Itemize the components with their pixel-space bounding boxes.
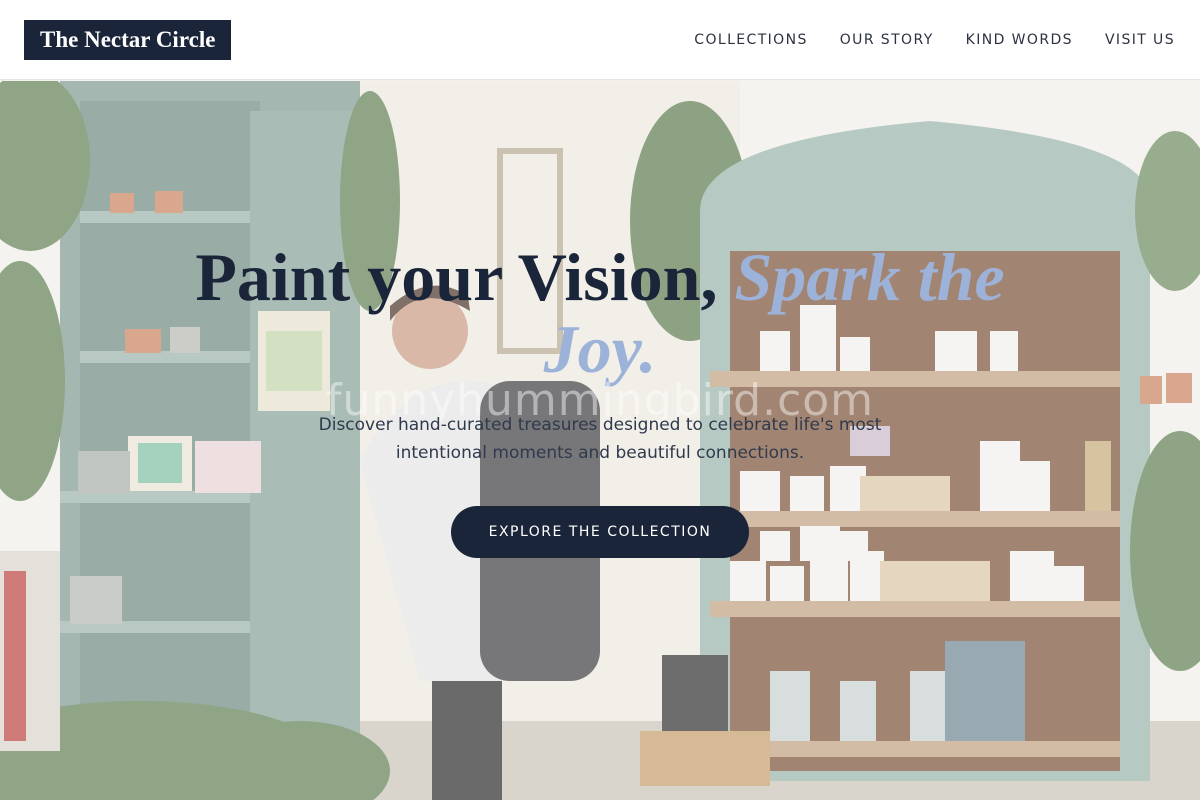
hero-headline: Paint your Vision, Spark the Joy. (180, 241, 1020, 385)
nav-item-collections[interactable]: COLLECTIONS (694, 32, 807, 48)
nav-item-visit-us[interactable]: VISIT US (1105, 32, 1175, 48)
hero-content: Paint your Vision, Spark the Joy. funnyh… (0, 81, 1200, 800)
brand-logo[interactable]: The Nectar Circle (24, 19, 232, 60)
site-header: The Nectar Circle COLLECTIONS OUR STORY … (0, 0, 1200, 80)
nav-item-our-story[interactable]: OUR STORY (840, 32, 934, 48)
brand-name: The Nectar Circle (40, 26, 216, 52)
hero-section: Paint your Vision, Spark the Joy. funnyh… (0, 81, 1200, 800)
nav-item-kind-words[interactable]: KIND WORDS (966, 32, 1073, 48)
explore-collection-button[interactable]: EXPLORE THE COLLECTION (451, 506, 749, 558)
main-nav: COLLECTIONS OUR STORY KIND WORDS VISIT U… (694, 32, 1176, 48)
headline-main: Paint your Vision, (195, 239, 735, 315)
hero-subtitle: Discover hand-curated treasures designed… (318, 415, 882, 463)
